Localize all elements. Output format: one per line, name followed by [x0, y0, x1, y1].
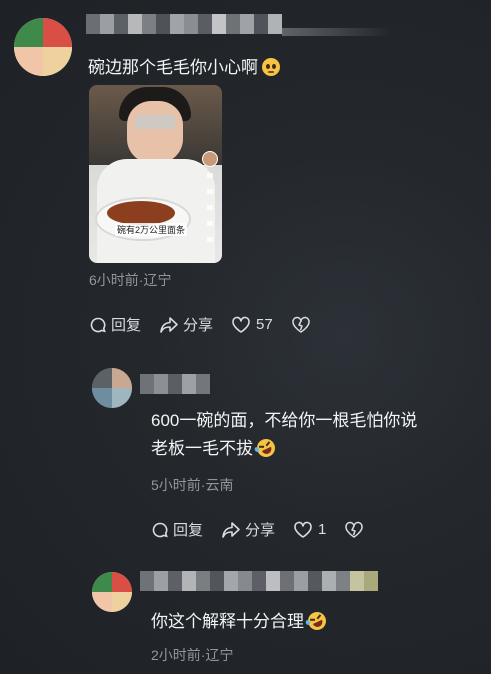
username-mosaic[interactable]	[86, 14, 282, 34]
like-button[interactable]: 1	[293, 521, 326, 539]
comment-actions: 回复 分享 57	[89, 314, 311, 335]
person-face	[127, 101, 183, 163]
face-blur	[135, 115, 175, 129]
creator-avatar-icon	[202, 151, 218, 167]
comment-text: 碗边那个毛毛你小心啊	[88, 54, 280, 82]
share-icon	[222, 521, 240, 538]
heart-icon	[232, 316, 250, 333]
reply-button[interactable]: 回复	[151, 519, 203, 540]
bowl-food	[107, 201, 175, 225]
share-button[interactable]: 分享	[159, 314, 213, 335]
comment-meta: 5小时前·云南	[151, 477, 234, 493]
rolling-laughing-face-icon	[304, 609, 329, 633]
share-label: 分享	[183, 317, 214, 334]
avatar[interactable]	[14, 18, 72, 76]
avatar[interactable]	[92, 368, 132, 408]
username-fade	[282, 28, 392, 36]
broken-heart-icon	[291, 316, 310, 333]
comment-meta: 6小时前·辽宁	[89, 272, 172, 288]
comment-text: 600一碗的面，不给你一根毛怕你说 老板一毛不拔	[151, 407, 417, 463]
comment-text-content: 碗边那个毛毛你小心啊	[88, 58, 258, 77]
heart-icon	[294, 521, 312, 538]
comment-meta: 2小时前·辽宁	[151, 647, 234, 663]
comment-text-line2-row: 老板一毛不拔	[151, 435, 417, 463]
dislike-button[interactable]	[291, 316, 311, 334]
broken-heart-icon	[345, 521, 364, 538]
pleading-face-icon	[262, 58, 280, 76]
reply-icon	[90, 317, 106, 332]
like-button[interactable]: 57	[231, 316, 273, 334]
comment-text-line2: 老板一毛不拔	[151, 439, 253, 458]
comment-actions: 回复 分享 1	[151, 519, 364, 540]
video-thumbnail[interactable]: 碗有2万公里面条	[89, 85, 222, 263]
reply-label: 回复	[173, 522, 204, 539]
like-count: 57	[256, 316, 273, 333]
reply-label: 回复	[111, 317, 142, 334]
comment-text-line1: 600一碗的面，不给你一根毛怕你说	[151, 411, 418, 430]
avatar[interactable]	[92, 572, 132, 612]
comment-text-content: 你这个解释十分合理	[151, 612, 304, 631]
reply-button[interactable]: 回复	[89, 314, 141, 335]
like-count: 1	[318, 521, 327, 538]
share-label: 分享	[245, 522, 276, 539]
share-button[interactable]: 分享	[221, 519, 275, 540]
share-icon	[160, 316, 178, 333]
comment-text: 你这个解释十分合理	[151, 608, 329, 636]
rolling-laughing-face-icon	[253, 436, 278, 460]
video-side-icons	[207, 173, 213, 243]
reply-icon	[152, 522, 168, 537]
username-mosaic[interactable]	[140, 374, 210, 394]
username-mosaic[interactable]	[140, 571, 378, 591]
dislike-button[interactable]	[344, 521, 364, 539]
video-caption: 碗有2万公里面条	[115, 223, 188, 236]
